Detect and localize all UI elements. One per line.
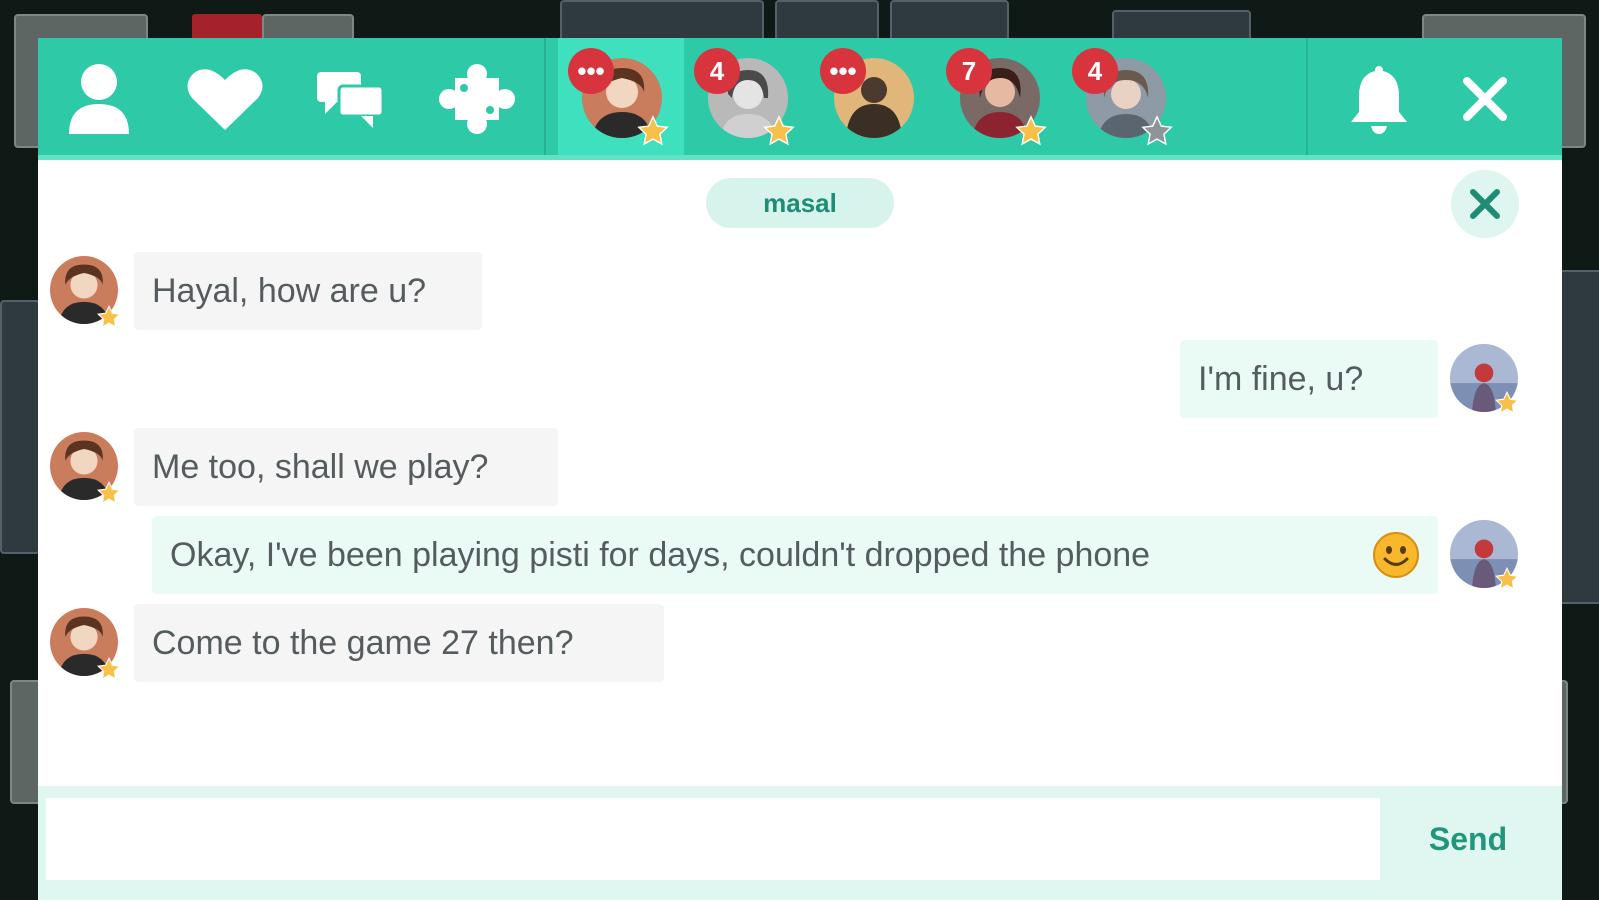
incoming-message: Hayal, how are u? (134, 252, 482, 330)
star-icon (96, 656, 122, 681)
star-icon (763, 115, 795, 146)
message-text: I'm fine, u? (1198, 359, 1364, 398)
friend-tab-5[interactable]: 4 (1062, 38, 1188, 160)
incoming-message: Me too, shall we play? (134, 428, 558, 506)
message-text: Come to the game 27 then? (152, 623, 574, 662)
close-icon (1470, 189, 1500, 219)
outgoing-message: I'm fine, u? (1180, 340, 1438, 418)
message-text: Okay, I've been playing pisti for days, … (170, 535, 1151, 574)
star-icon (1494, 566, 1520, 591)
topbar-divider (1306, 38, 1308, 160)
star-icon (637, 115, 669, 146)
user-icon (69, 64, 129, 134)
topbar-divider (544, 38, 546, 160)
outgoing-message: Okay, I've been playing pisti for days, … (152, 516, 1438, 594)
star-icon (1494, 390, 1520, 415)
close-chat-button[interactable] (1440, 56, 1530, 142)
star-icon (96, 480, 122, 505)
message-input[interactable] (46, 798, 1380, 880)
incoming-message: Come to the game 27 then? (134, 604, 664, 682)
star-icon (1015, 115, 1047, 146)
smiley-emoji-icon (1373, 532, 1419, 578)
message-composer: Send (38, 786, 1562, 900)
chat-topbar: ••• 4 ••• 7 4 (38, 38, 1562, 160)
ellipsis-badge: ••• (568, 48, 614, 94)
close-icon (1463, 77, 1507, 121)
star-icon (96, 304, 122, 329)
message-text: Me too, shall we play? (152, 447, 489, 486)
ellipsis-badge: ••• (820, 48, 866, 94)
heart-icon (187, 69, 263, 130)
send-button[interactable]: Send (1388, 798, 1548, 880)
messages-button[interactable] (306, 56, 396, 142)
friend-tab-3[interactable]: ••• (810, 38, 936, 160)
close-conversation-button[interactable] (1451, 170, 1519, 238)
chat-bubbles-icon (317, 72, 385, 128)
unread-count-badge: 4 (1072, 48, 1118, 94)
favorites-button[interactable] (180, 56, 270, 142)
chat-window: ••• 4 ••• 7 4 masal Hayal, how are u? I'… (38, 38, 1562, 900)
puzzle-icon (439, 64, 515, 134)
friend-tab-4[interactable]: 7 (936, 38, 1062, 160)
friend-tab-2[interactable]: 4 (684, 38, 810, 160)
unread-count-badge: 4 (694, 48, 740, 94)
conversation-title: masal (706, 178, 894, 228)
games-button[interactable] (432, 56, 522, 142)
friend-tab-1[interactable]: ••• (558, 38, 684, 160)
profile-button[interactable] (54, 56, 144, 142)
unread-count-badge: 7 (946, 48, 992, 94)
star-gray-icon (1141, 115, 1173, 146)
message-text: Hayal, how are u? (152, 271, 427, 310)
notifications-button[interactable] (1334, 56, 1424, 142)
bell-icon (1351, 66, 1407, 134)
